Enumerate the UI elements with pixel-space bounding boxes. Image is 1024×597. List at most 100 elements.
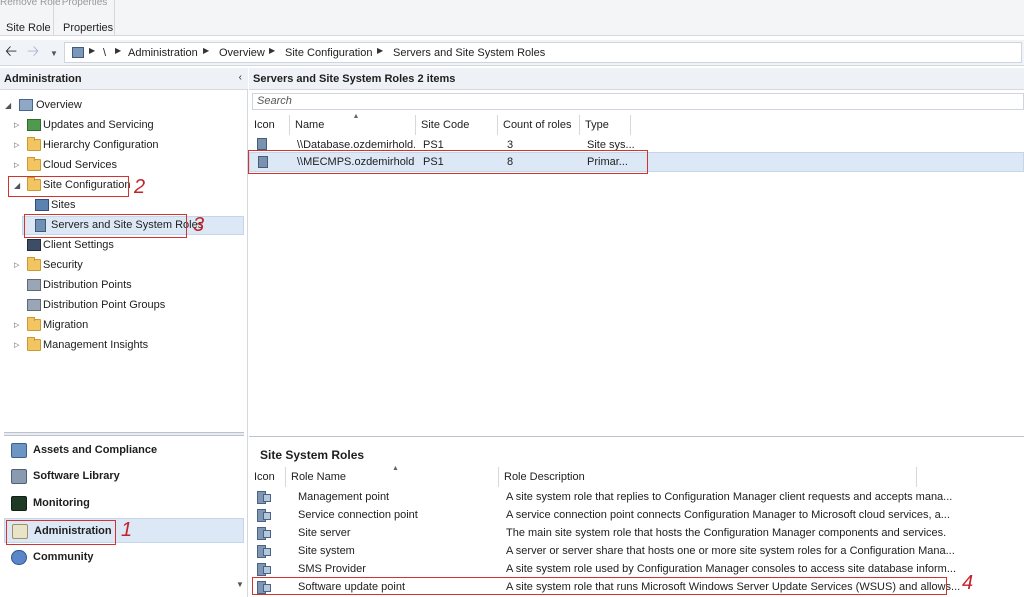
- expanded-triangle-icon[interactable]: ◢: [5, 96, 11, 115]
- distribution-point-group-icon: [27, 299, 41, 311]
- ribbon-group-site-role: Remove Role Site Role: [0, 0, 61, 36]
- annotation-box-servers-and-site-system-roles: [24, 214, 187, 238]
- column-header-icon[interactable]: Icon: [249, 115, 290, 135]
- tree-item-migration[interactable]: ▷ Migration: [0, 316, 240, 335]
- tree-item-security[interactable]: ▷ Security: [0, 256, 240, 275]
- chevron-right-icon[interactable]: ▶: [269, 46, 275, 55]
- cell-role-description: A service connection point connects Conf…: [506, 509, 950, 521]
- ribbon-group-caption: Properties: [63, 22, 114, 34]
- column-header-count-of-roles[interactable]: Count of roles: [498, 115, 580, 135]
- collapsed-triangle-icon[interactable]: ▷: [14, 156, 19, 175]
- updates-icon: [27, 119, 41, 131]
- collapsed-triangle-icon[interactable]: ▷: [14, 256, 19, 275]
- sort-ascending-icon: ▲: [352, 113, 360, 120]
- table-row[interactable]: Site system A server or server share tha…: [249, 542, 1024, 560]
- breadcrumb-root[interactable]: \: [103, 47, 106, 59]
- tree-item-label: Migration: [43, 319, 89, 331]
- software-library-icon: [11, 469, 27, 484]
- history-dropdown-icon[interactable]: ▼: [50, 45, 58, 63]
- tree-item-distribution-point-groups[interactable]: Distribution Point Groups: [0, 296, 240, 315]
- pane-splitter[interactable]: [4, 432, 244, 436]
- chevron-right-icon[interactable]: ▶: [203, 46, 209, 55]
- workspace-software-library[interactable]: Software Library: [4, 464, 244, 489]
- column-header-type[interactable]: Type: [580, 115, 631, 135]
- tree-item-updates-and-servicing[interactable]: ▷ Updates and Servicing: [0, 116, 240, 135]
- tree-item-label: Management Insights: [43, 339, 149, 351]
- column-header-role-description[interactable]: Role Description: [499, 467, 917, 487]
- breadcrumb-overview[interactable]: Overview: [219, 47, 265, 59]
- site-role-icon: [257, 563, 271, 576]
- distribution-point-icon: [27, 279, 41, 291]
- tree-item-management-insights[interactable]: ▷ Management Insights: [0, 336, 240, 355]
- tree-item-overview[interactable]: ◢ Overview: [0, 96, 240, 115]
- table-row[interactable]: Site server The main site system role th…: [249, 524, 1024, 542]
- collapsed-triangle-icon[interactable]: ▷: [14, 116, 19, 135]
- console-node-icon: [72, 47, 84, 58]
- collapsed-triangle-icon[interactable]: ▷: [14, 316, 19, 335]
- annotation-box-administration: [6, 520, 116, 545]
- workspace-label: Assets and Compliance: [33, 444, 158, 456]
- annotation-box-site-configuration: [8, 176, 129, 197]
- remove-role-button[interactable]: Remove Role: [0, 0, 61, 8]
- breadcrumb: ▶ \ ▶ Administration ▶ Overview ▶ Site C…: [64, 42, 1022, 63]
- folder-icon: [27, 317, 41, 331]
- chevron-right-icon[interactable]: ▶: [115, 46, 121, 55]
- tree-item-distribution-points[interactable]: Distribution Points: [0, 276, 240, 295]
- column-header-label: Name: [295, 119, 325, 131]
- annotation-box-selected-server: [248, 150, 648, 174]
- site-role-icon: [257, 527, 271, 540]
- workspace-assets-and-compliance[interactable]: Assets and Compliance: [4, 438, 244, 463]
- folder-icon: [27, 257, 41, 271]
- workspace-monitoring[interactable]: Monitoring: [4, 491, 244, 516]
- address-bar: 🡠 🡢 ▼ ▶ \ ▶ Administration ▶ Overview ▶ …: [0, 40, 1024, 66]
- cell-role-description: The main site system role that hosts the…: [506, 527, 947, 539]
- assets-and-compliance-icon: [11, 443, 27, 458]
- breadcrumb-administration[interactable]: Administration: [128, 47, 198, 59]
- cell-role-description: A site system role used by Configuration…: [506, 563, 957, 575]
- tree-item-sites[interactable]: Sites: [0, 196, 240, 215]
- folder-icon: [27, 337, 41, 351]
- column-header-site-code[interactable]: Site Code: [416, 115, 498, 135]
- back-arrow-icon[interactable]: 🡠: [5, 43, 17, 61]
- properties-button[interactable]: Properties: [55, 0, 114, 8]
- tree-item-client-settings[interactable]: Client Settings: [0, 236, 240, 255]
- ribbon-group-properties: Properties Properties: [55, 0, 115, 36]
- tree-item-label: Sites: [51, 199, 76, 211]
- chevron-right-icon[interactable]: ▶: [377, 46, 383, 55]
- annotation-number-3: 3: [193, 214, 205, 236]
- workspace-label: Community: [33, 551, 94, 563]
- breadcrumb-servers-and-site-system-roles[interactable]: Servers and Site System Roles: [393, 47, 545, 59]
- column-header-name[interactable]: ▲ Name: [290, 113, 416, 135]
- workspace-community[interactable]: Community: [4, 545, 244, 570]
- collapse-pane-icon[interactable]: ‹: [239, 72, 242, 83]
- tree-item-label: Cloud Services: [43, 159, 117, 171]
- cell-role-description: A server or server share that hosts one …: [506, 545, 955, 557]
- folder-icon: [27, 157, 41, 171]
- annotation-number-2: 2: [134, 176, 146, 198]
- cell-role-name: SMS Provider: [298, 563, 366, 575]
- scroll-down-icon[interactable]: ▼: [236, 580, 244, 589]
- navigation-pane: Administration ‹ ◢ Overview ▷ Updates an…: [0, 68, 248, 597]
- annotation-number-1: 1: [121, 519, 133, 541]
- tree-item-cloud-services[interactable]: ▷ Cloud Services: [0, 156, 240, 175]
- navigation-pane-header: Administration ‹: [0, 68, 248, 90]
- table-row[interactable]: SMS Provider A site system role used by …: [249, 560, 1024, 578]
- tree-item-label: Updates and Servicing: [43, 119, 154, 131]
- collapsed-triangle-icon[interactable]: ▷: [14, 136, 19, 155]
- community-icon: [11, 550, 27, 565]
- column-header-icon[interactable]: Icon: [249, 467, 286, 487]
- search-input[interactable]: Search: [252, 93, 1024, 110]
- breadcrumb-site-configuration[interactable]: Site Configuration: [285, 47, 372, 59]
- navigation-pane-title: Administration: [4, 73, 82, 85]
- tree-item-label: Overview: [36, 99, 82, 111]
- workspace-label: Monitoring: [33, 497, 90, 509]
- table-row[interactable]: Management point A site system role that…: [249, 488, 1024, 506]
- forward-arrow-icon[interactable]: 🡢: [27, 43, 39, 61]
- table-row[interactable]: Service connection point A service conne…: [249, 506, 1024, 524]
- cell-role-name: Service connection point: [298, 509, 418, 521]
- tree-item-label: Security: [43, 259, 83, 271]
- tree-item-hierarchy-configuration[interactable]: ▷ Hierarchy Configuration: [0, 136, 240, 155]
- chevron-right-icon[interactable]: ▶: [89, 46, 95, 55]
- collapsed-triangle-icon[interactable]: ▷: [14, 336, 19, 355]
- column-header-role-name[interactable]: ▲ Role Name: [286, 465, 499, 487]
